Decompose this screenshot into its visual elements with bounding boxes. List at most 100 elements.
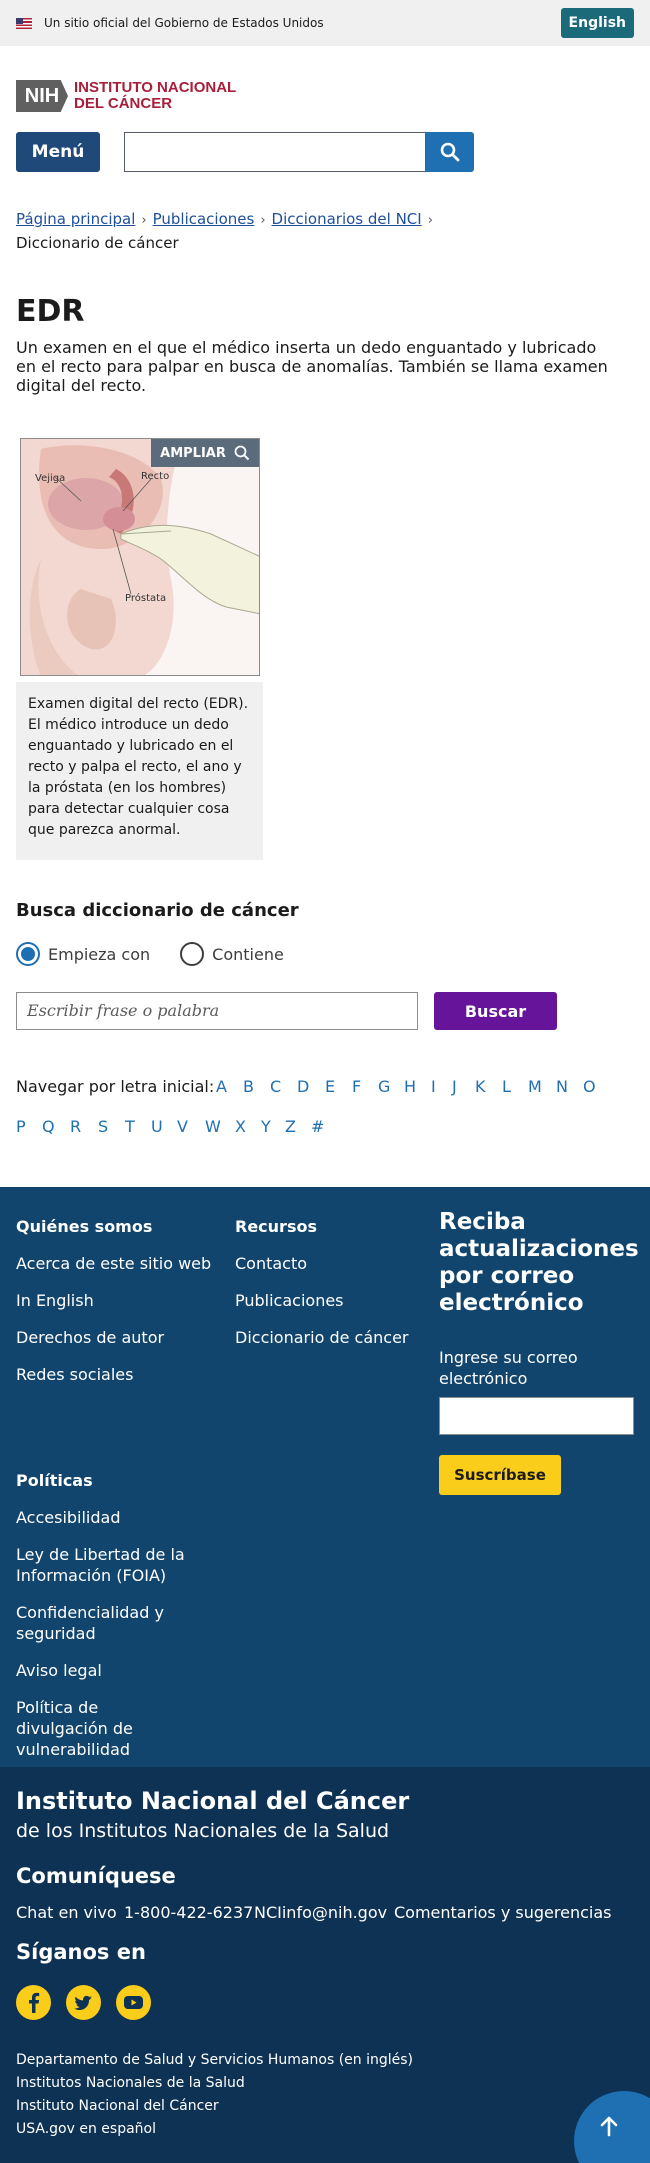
signup-label: Ingrese su correo electrónico: [439, 1348, 578, 1388]
magnifier-icon: [234, 445, 250, 461]
letter-link[interactable]: O: [583, 1077, 596, 1096]
footer-org-name[interactable]: Instituto Nacional del Cáncer: [16, 1787, 409, 1815]
logo-line-2: DEL CÁNCER: [74, 95, 173, 112]
breadcrumb-nci-dictionaries[interactable]: Diccionarios del NCI: [272, 210, 422, 228]
footer-link[interactable]: Contacto: [235, 1253, 435, 1274]
arrow-up-icon: [600, 2116, 618, 2137]
footer-link[interactable]: Redes sociales: [16, 1364, 216, 1385]
footer-link[interactable]: Acerca de este sitio web: [16, 1253, 216, 1274]
page-title: EDR: [16, 294, 85, 329]
footer-resources-heading: Recursos: [235, 1217, 317, 1236]
letter-link[interactable]: W: [205, 1117, 221, 1136]
nih-link[interactable]: Institutos Nacionales de la Salud: [16, 2075, 245, 2091]
contact-feedback-link[interactable]: Comentarios y sugerencias: [394, 1903, 611, 1922]
nih-logo-mark: NIH: [16, 80, 68, 112]
contact-chat-link[interactable]: Chat en vivo: [16, 1903, 117, 1922]
nci-link[interactable]: Instituto Nacional del Cáncer: [16, 2098, 219, 2114]
twitter-icon[interactable]: [66, 1985, 101, 2020]
english-language-button[interactable]: English: [560, 8, 634, 38]
dictionary-search-heading: Busca diccionario de cáncer: [16, 900, 299, 921]
dictionary-search-input[interactable]: Escribir frase o palabra: [16, 992, 418, 1030]
site-search-input[interactable]: [124, 132, 426, 172]
footer-policies-heading: Políticas: [16, 1471, 93, 1490]
footer-link[interactable]: Confidencialidad y seguridad: [16, 1602, 186, 1644]
letter-link[interactable]: Z: [285, 1117, 296, 1136]
letter-link[interactable]: C: [270, 1077, 281, 1096]
letter-link[interactable]: U: [151, 1117, 163, 1136]
letter-link[interactable]: T: [125, 1117, 135, 1136]
letter-link[interactable]: Q: [42, 1117, 55, 1136]
letter-link[interactable]: H: [404, 1077, 416, 1096]
letter-link[interactable]: A: [216, 1077, 227, 1096]
label-rectum: Recto: [141, 471, 169, 482]
anatomy-illustration: Vejiga Recto Próstata: [21, 439, 259, 675]
menu-button[interactable]: Menú: [16, 132, 100, 172]
letter-link[interactable]: E: [325, 1077, 335, 1096]
logo-text: INSTITUTO NACIONAL DEL CÁNCER: [74, 80, 236, 112]
letter-link[interactable]: P: [16, 1117, 26, 1136]
footer-link[interactable]: Aviso legal: [16, 1660, 216, 1681]
site-search-button[interactable]: [426, 132, 474, 172]
letter-link[interactable]: I: [431, 1077, 436, 1096]
twitter-glyph: [74, 1995, 92, 2011]
facebook-glyph: [29, 1992, 40, 2013]
footer: Quiénes somos Acerca de este sitio web I…: [0, 1187, 650, 1767]
usagov-link[interactable]: USA.gov en español: [16, 2121, 156, 2137]
contact-phone-link[interactable]: 1-800-422-6237: [124, 1903, 253, 1922]
letter-link[interactable]: R: [70, 1117, 81, 1136]
footer-link[interactable]: Diccionario de cáncer: [235, 1327, 435, 1348]
footer-link[interactable]: Publicaciones: [235, 1290, 435, 1311]
footer-link[interactable]: Derechos de autor: [16, 1327, 216, 1348]
breadcrumb-home[interactable]: Página principal: [16, 210, 135, 228]
letter-link[interactable]: M: [528, 1077, 542, 1096]
enlarge-button[interactable]: AMPLIAR: [151, 439, 259, 467]
subscribe-button[interactable]: Suscríbase: [439, 1455, 561, 1495]
footer-link[interactable]: In English: [16, 1290, 216, 1311]
letter-link[interactable]: Y: [261, 1117, 271, 1136]
radio-starts-with[interactable]: [16, 942, 40, 966]
letter-link[interactable]: X: [235, 1117, 246, 1136]
radio-contains-label[interactable]: Contiene: [212, 945, 284, 964]
footer-about-heading: Quiénes somos: [16, 1217, 153, 1236]
breadcrumb-current: Diccionario de cáncer: [16, 234, 179, 252]
letter-link[interactable]: D: [297, 1077, 309, 1096]
radio-starts-with-label[interactable]: Empieza con: [48, 945, 150, 964]
dictionary-search-button[interactable]: Buscar: [434, 992, 557, 1030]
letter-link[interactable]: G: [378, 1077, 390, 1096]
footer-signup: Reciba actualizaciones por correo electr…: [439, 1209, 639, 1495]
footer-org-sub: de los Institutos Nacionales de la Salud: [16, 1820, 390, 1842]
youtube-icon[interactable]: [116, 1985, 151, 2020]
breadcrumb-publications[interactable]: Publicaciones: [153, 210, 255, 228]
letter-link[interactable]: N: [556, 1077, 568, 1096]
footer-link[interactable]: Accesibilidad: [16, 1507, 216, 1528]
radio-contains[interactable]: [180, 942, 205, 966]
gov-banner: Un sitio oficial del Gobierno de Estados…: [0, 0, 650, 46]
email-input[interactable]: [439, 1397, 634, 1435]
chevron-right-icon: ›: [260, 213, 266, 228]
browse-letter-label: Navegar por letra inicial:: [16, 1077, 215, 1096]
nci-logo[interactable]: NIH INSTITUTO NACIONAL DEL CÁNCER: [16, 80, 236, 112]
follow-heading: Síganos en: [16, 1940, 146, 1964]
us-flag-icon: [16, 17, 32, 29]
logo-line-1: INSTITUTO NACIONAL: [74, 79, 237, 96]
letter-link[interactable]: K: [475, 1077, 486, 1096]
letter-link[interactable]: S: [98, 1117, 108, 1136]
contact-email-link[interactable]: NCIinfo@nih.gov: [254, 1903, 387, 1922]
chevron-right-icon: ›: [427, 213, 433, 228]
hhs-link[interactable]: Departamento de Salud y Servicios Humano…: [16, 2052, 413, 2068]
footer-link[interactable]: Política de divulgación de vulnerabilida…: [16, 1697, 191, 1760]
footer-link[interactable]: Ley de Libertad de la Información (FOIA): [16, 1544, 186, 1586]
letter-link[interactable]: L: [502, 1077, 511, 1096]
letter-link[interactable]: #: [311, 1117, 324, 1136]
letter-link[interactable]: B: [243, 1077, 254, 1096]
letter-link[interactable]: F: [352, 1077, 361, 1096]
letter-link[interactable]: V: [177, 1117, 188, 1136]
facebook-icon[interactable]: [16, 1985, 51, 2020]
dre-illustration[interactable]: Vejiga Recto Próstata AMPLIAR: [20, 438, 260, 676]
term-definition: Un examen en el que el médico inserta un…: [16, 338, 608, 395]
chevron-right-icon: ›: [141, 213, 147, 228]
letter-link[interactable]: J: [452, 1077, 457, 1096]
search-icon: [440, 142, 460, 162]
label-prostate: Próstata: [125, 592, 166, 604]
footer-resources: Recursos Contacto Publicaciones Dicciona…: [235, 1217, 435, 1417]
